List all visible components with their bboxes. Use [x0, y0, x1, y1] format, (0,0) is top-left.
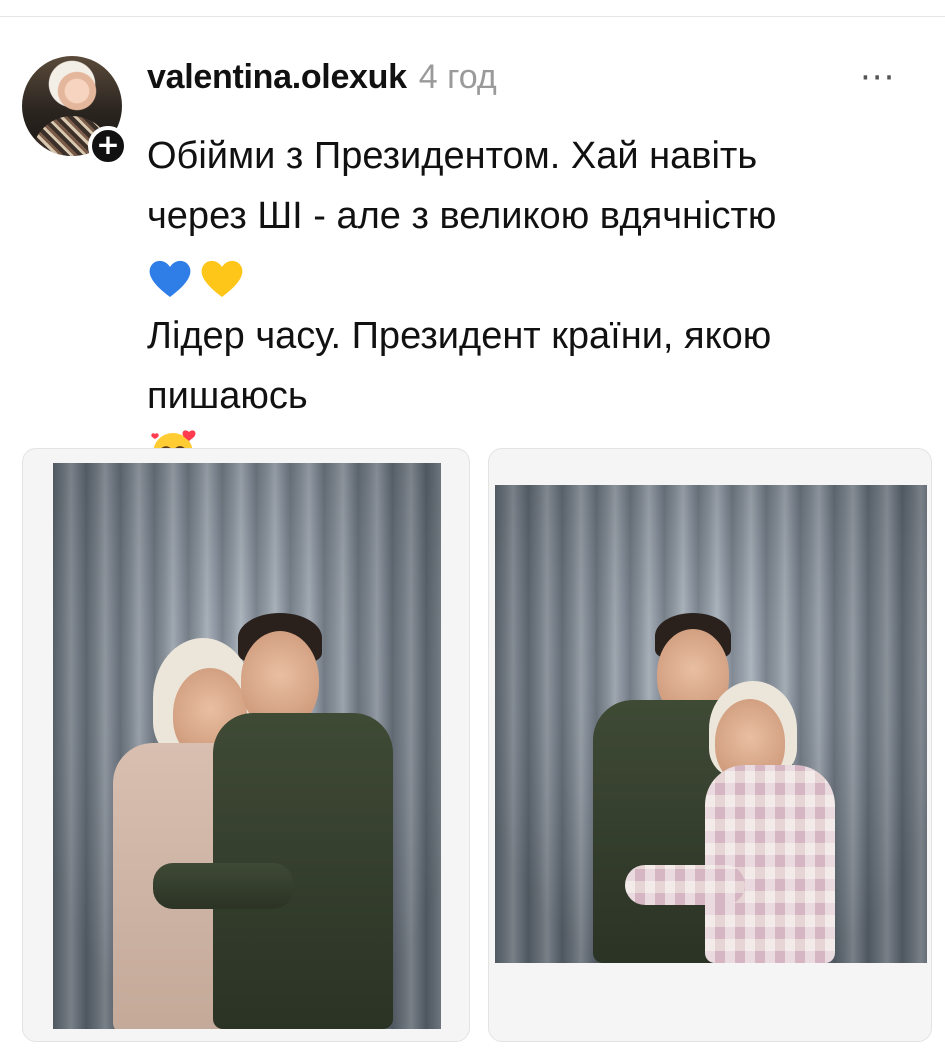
ukraine-flag-icon [326, 378, 376, 412]
photo-hug-1-image[interactable] [53, 463, 441, 1029]
follow-plus-icon[interactable]: + [88, 126, 128, 166]
caption-line-with-emoji: пишаюсь [147, 366, 927, 426]
caption-line: Лідер часу. Президент країни, якою [147, 315, 772, 357]
caption-line: через ШІ - але з великою вдячністю [147, 195, 777, 237]
man-arm [153, 863, 293, 909]
image-card-1[interactable] [22, 448, 470, 1042]
post-header: valentina.olexuk 4 год [147, 58, 497, 104]
photo-hug-2-image[interactable] [495, 485, 927, 963]
post-time: 4 год [418, 58, 497, 96]
username[interactable]: valentina.olexuk [147, 58, 407, 97]
blue-heart-icon [147, 257, 193, 299]
image-card-2[interactable] [488, 448, 932, 1042]
profile-avatar-wrap[interactable]: + [22, 56, 128, 166]
woman-arm [625, 865, 745, 905]
woman-body [705, 765, 835, 963]
top-divider [0, 16, 945, 17]
more-options-icon[interactable]: ··· [860, 58, 895, 98]
post-caption: Обійми з Президентом. Хай навіть через Ш… [147, 126, 927, 486]
caption-line: Обійми з Президентом. Хай навіть [147, 135, 758, 177]
yellow-heart-icon [199, 257, 245, 299]
caption-text: пишаюсь [147, 375, 308, 417]
emoji-row [147, 246, 927, 306]
